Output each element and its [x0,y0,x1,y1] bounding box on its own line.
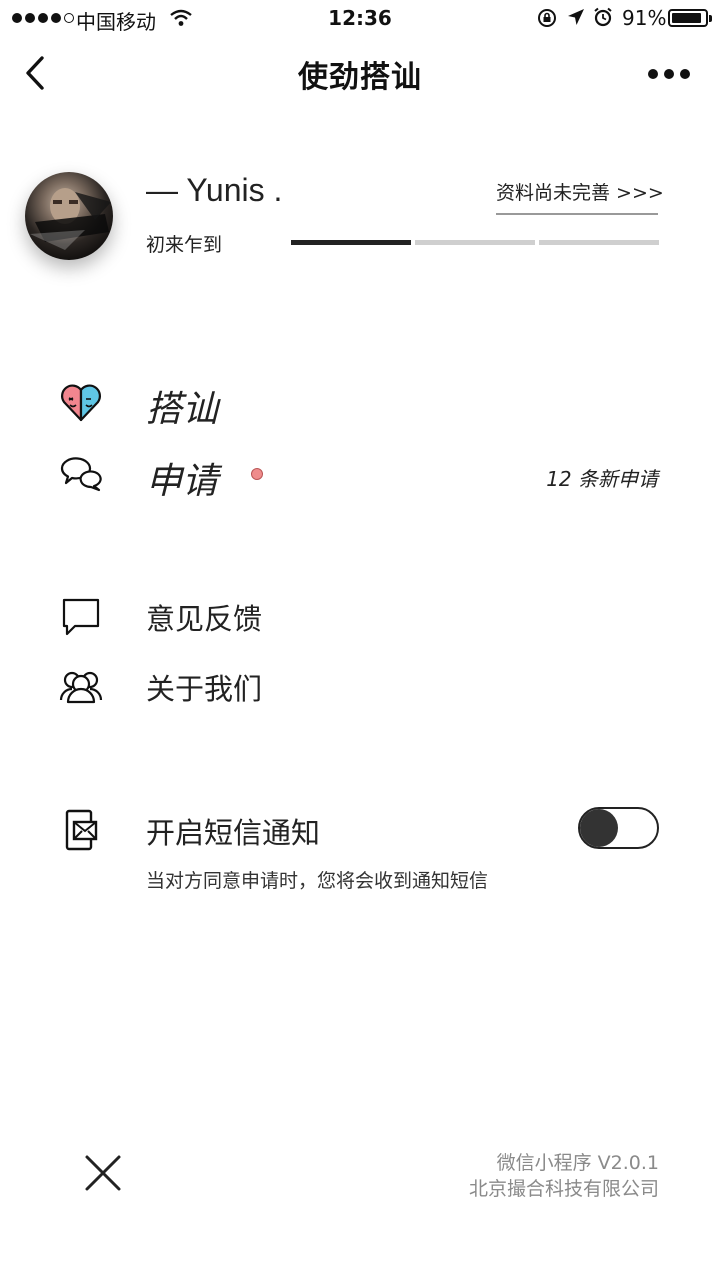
sms-toggle[interactable] [578,807,659,849]
status-bar: 中国移动 12:36 91% [0,0,720,38]
menu-label-feedback: 意见反馈 [146,602,263,636]
user-level: 初来乍到 [146,234,223,256]
menu-item-chat-up[interactable]: 搭讪 [0,380,720,436]
version-text: 微信小程序 V2.0.1 [496,1152,659,1174]
more-dots-icon[interactable] [648,64,690,84]
progress-segment [539,240,659,245]
page-title: 使劲搭讪 [298,60,422,95]
battery-icon [668,9,712,27]
progress-segment [415,240,535,245]
menu-label-about: 关于我们 [146,672,263,706]
level-progress-bar [291,240,659,245]
complete-profile-link[interactable]: 资料尚未完善 >>> [496,178,664,215]
alarm-icon [594,7,612,27]
location-arrow-icon [568,9,584,25]
heart-faces-icon [61,384,101,422]
menu-label-chat-up: 搭讪 [146,389,219,430]
menu-item-about[interactable]: 关于我们 [0,666,720,722]
speech-bubble-icon [62,598,100,636]
toggle-knob [580,809,618,847]
company-text: 北京撮合科技有限公司 [468,1178,659,1200]
sms-label: 开启短信通知 [146,816,321,850]
footer-info: 微信小程序 V2.0.1 北京撮合科技有限公司 [0,1150,659,1202]
progress-segment [291,240,411,245]
phone-mail-icon [65,809,98,851]
rotation-lock-icon [538,9,556,27]
sms-description: 当对方同意申请时，您将会收到通知短信 [146,870,489,892]
avatar[interactable] [25,172,113,260]
menu-item-feedback[interactable]: 意见反馈 [0,594,720,650]
users-icon [59,671,103,704]
username: — Yunis . [146,172,283,208]
new-request-count[interactable]: 12 条新申请 [0,463,658,492]
battery-percent: 91% [622,6,667,30]
